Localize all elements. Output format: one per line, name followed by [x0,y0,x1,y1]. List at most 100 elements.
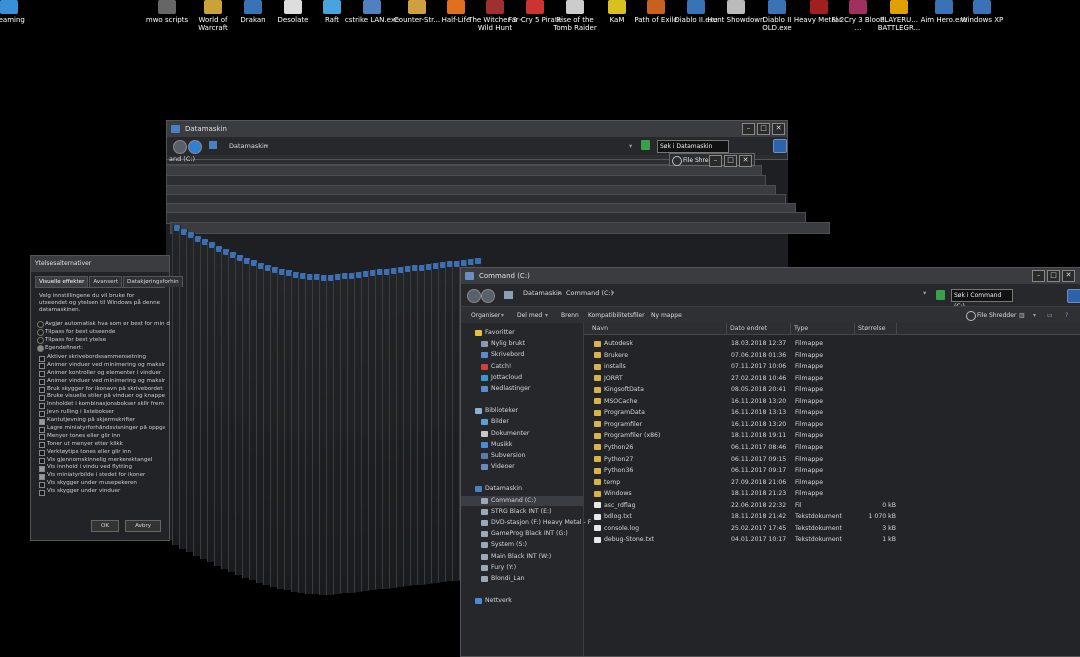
close-button[interactable]: ✕ [1062,270,1075,282]
tab-advanced[interactable]: Avansert [89,276,123,287]
column-date[interactable]: Dato endret [727,323,791,334]
breadcrumb-datamaskin[interactable]: Datamaskin [229,137,268,155]
visual-effect-checkbox[interactable]: Vis skygger under vinduer [39,488,165,496]
back-button[interactable] [467,289,481,303]
file-row[interactable]: Programfiler (x86) 18.11.2018 19:11 Filmap… [584,430,1080,442]
burn-button[interactable]: Brenn [561,307,579,324]
chevron-down-icon[interactable]: ▾ [1033,307,1036,324]
tab-visual-effects[interactable]: Visuelle effekter [35,276,89,287]
file-row[interactable]: Programfiler 16.11.2018 13:20 Filmappe [584,419,1080,431]
visual-effect-checkbox[interactable]: Animer vinduer ved minimering og maksime… [39,378,165,386]
nav-drive-item[interactable]: DVD-stasjon (F:) Heavy Metal - F [461,518,591,528]
column-type[interactable]: Type [791,323,855,334]
visual-effect-checkbox[interactable]: Animer kontroller og elementer i vinduer [39,370,165,378]
visual-effect-checkbox[interactable]: Bruk skygger for ikonavn på skrivebordet [39,386,165,394]
file-row[interactable]: asc_rdflag 22.06.2018 22:32 Fil 0 kB [584,500,1080,512]
refresh-icon[interactable] [936,290,945,300]
file-row[interactable]: installs 07.11.2017 10:06 Filmappe [584,361,1080,373]
nav-library-item[interactable]: Videoer [461,462,583,472]
visual-effect-checkbox[interactable]: Bruke visuelle stiler på vinduer og knap… [39,393,165,401]
visual-effect-checkbox[interactable]: Vis gjennomskinnelig merkerektangel [39,457,165,465]
share-button[interactable]: Del med [517,307,542,324]
perf-titlebar[interactable]: Ytelsesalternativer [31,256,169,272]
desktop-icon[interactable]: Windows XP [953,0,1011,24]
nav-drive-item[interactable]: Main Black INT (W:) [461,552,583,562]
chevron-down-icon[interactable]: ▾ [545,307,548,324]
visual-effect-checkbox[interactable]: Lagre miniatyrforhåndsvisninger på oppga… [39,425,165,433]
datamaskin-titlebar[interactable]: Datamaskin – □ ✕ [167,121,787,137]
radio-best-performance[interactable]: Tilpass for best ytelse [31,335,169,344]
file-shredder-button[interactable]: File Shredder [977,307,1016,324]
nav-favorite-item[interactable]: Catch! [461,362,583,372]
nav-library-item[interactable]: Bilder [461,417,583,427]
back-button[interactable] [173,140,187,154]
tab-dep[interactable]: Datakjøringsforhin [123,276,183,287]
new-folder-button[interactable]: Ny mappe [651,307,682,324]
nav-favorite-item[interactable]: Skrivebord [461,350,583,360]
file-row[interactable]: ProgramData 16.11.2018 13:13 Filmappe [584,407,1080,419]
file-shredder-popup[interactable]: File Shredder – □ ✕ [669,153,755,167]
nav-favorite-item[interactable]: Nedlastinger [461,384,583,394]
forward-button[interactable] [188,140,202,154]
ok-button[interactable]: OK [91,520,120,532]
column-name[interactable]: Navn [589,323,727,334]
command-c-window[interactable]: Command (C:) – □ ✕ Datamaskin ▸ Command … [460,267,1080,657]
file-row[interactable]: JORRT 27.02.2018 10:46 Filmappe [584,373,1080,385]
radio-auto[interactable]: Avgjør automatisk hva som er best for mi… [31,319,170,328]
nav-favorite-item[interactable]: Nylig brukt [461,339,583,349]
organize-button[interactable]: Organiser [471,307,500,324]
nav-drive-item[interactable]: System (S:) [461,540,583,550]
chevron-down-icon[interactable]: ▾ [629,137,632,155]
breadcrumb-datamaskin[interactable]: Datamaskin [523,284,562,302]
file-row[interactable]: bdlog.txt 18.11.2018 21:42 Tekstdokument 1 … [584,511,1080,523]
file-row[interactable]: debug-Stone.txt 04.01.2017 10:17 Tekstdoku… [584,534,1080,546]
visual-effect-checkbox[interactable]: Toner ut menyer etter klikk [39,441,165,449]
nav-network[interactable]: Nettverk [461,596,583,606]
minimize-button[interactable]: – [709,155,722,167]
radio-custom[interactable]: Egendefinert: [31,343,169,352]
search-icon[interactable] [1067,289,1080,303]
nav-drive-item[interactable]: STRG Black INT (E:) [461,507,583,517]
nav-favorites[interactable]: Favoritter [461,328,583,338]
nav-drive-item[interactable]: Blondi_Lan [461,574,583,584]
file-row[interactable]: MSOCache 16.11.2018 13:20 Filmappe [584,396,1080,408]
file-row[interactable]: Windows 18.11.2018 21:23 Filmappe [584,488,1080,500]
nav-libraries[interactable]: Biblioteker [461,406,583,416]
help-icon[interactable]: ? [1065,307,1068,324]
cancel-button[interactable]: Avbry [125,520,162,532]
view-options-icon[interactable]: ▥ [1019,307,1025,324]
breadcrumb-command[interactable]: Command (C:) [566,284,613,302]
file-row[interactable]: console.log 25.02.2017 17:45 Tekstdokument… [584,523,1080,535]
file-row[interactable]: KingsoftData 08.05.2018 20:41 Filmappe [584,384,1080,396]
chevron-down-icon[interactable]: ▾ [265,137,268,155]
visual-effect-checkbox[interactable]: Animer vinduer ved minimering og maksime… [39,362,165,370]
forward-button[interactable] [481,289,495,303]
nav-favorite-item[interactable]: Jottacloud [461,373,583,383]
visual-effect-checkbox[interactable]: Vis miniatyrbilde i stedet for ikoner [39,472,165,480]
file-row[interactable]: Python36 06.11.2017 09:17 Filmappe [584,465,1080,477]
visual-effect-checkbox[interactable]: Kantutjevning på skjermskrifter [39,417,165,425]
maximize-button[interactable]: □ [757,123,770,135]
file-row[interactable]: Python27 06.11.2017 09:15 Filmappe [584,454,1080,466]
minimize-button[interactable]: – [1032,270,1045,282]
chevron-down-icon[interactable]: ▾ [611,284,614,302]
close-button[interactable]: ✕ [739,155,752,167]
file-row[interactable]: temp 27.09.2018 21:06 Filmappe [584,477,1080,489]
visual-effect-checkbox[interactable]: Jevn rulling i listebokser [39,409,165,417]
visual-effect-checkbox[interactable]: Vis innhold i vindu ved flytting [39,464,165,472]
visual-effect-checkbox[interactable]: Innholdet i kombinasjonsbokser sklîr fre… [39,401,165,409]
compat-files-button[interactable]: Kompatibilitetsfiler [588,307,645,324]
search-input[interactable]: Søk i Command (C:) [951,289,1013,310]
search-input[interactable]: Søk i Datamaskin [657,140,729,153]
nav-library-item[interactable]: Dokumenter [461,429,583,439]
nav-library-item[interactable]: Subversion [461,451,583,461]
nav-library-item[interactable]: Musikk [461,440,583,450]
file-row[interactable]: Autodesk 18.03.2018 12:37 Filmappe [584,338,1080,350]
close-button[interactable]: ✕ [772,123,785,135]
maximize-button[interactable]: □ [1047,270,1060,282]
maximize-button[interactable]: □ [724,155,737,167]
radio-best-appearance[interactable]: Tilpass for best utseende [31,327,169,336]
performance-options-dialog[interactable]: Ytelsesalternativer Visuelle effekter Av… [30,255,183,541]
nav-computer[interactable]: Datamaskin [461,484,583,494]
refresh-icon[interactable] [641,140,650,150]
